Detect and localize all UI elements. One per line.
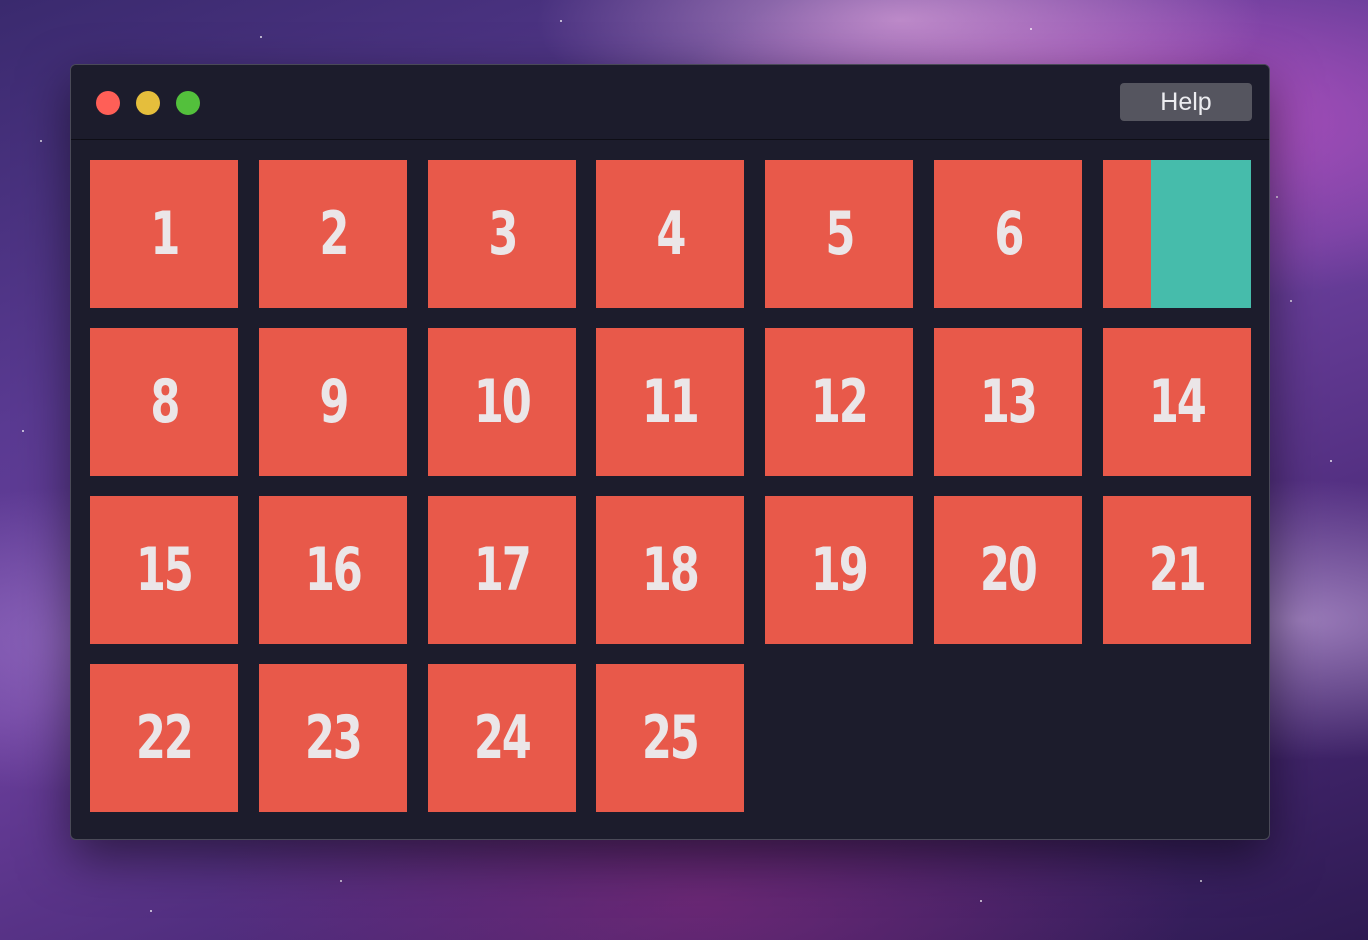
tile-number: 21 — [1149, 535, 1207, 605]
tile-number: 18 — [642, 535, 700, 605]
tile-number: 5 — [825, 199, 855, 269]
tile-number: 10 — [474, 367, 532, 437]
tile-number: 11 — [642, 367, 700, 437]
star — [150, 910, 152, 912]
tile-number: 16 — [305, 535, 363, 605]
star — [980, 900, 982, 902]
star — [560, 20, 562, 22]
tile-highlighted[interactable] — [1103, 160, 1251, 308]
tile-6[interactable]: 6 — [934, 160, 1082, 308]
help-button[interactable]: Help — [1120, 83, 1252, 121]
number-grid: 1 2 3 4 5 6 8 9 10 11 12 13 14 15 16 17 18 19 20 21 22 23 24 25 — [90, 160, 1251, 813]
tile-8[interactable]: 8 — [90, 328, 238, 476]
star — [1330, 460, 1332, 462]
tile-number: 6 — [994, 199, 1024, 269]
tile-number: 14 — [1149, 367, 1207, 437]
title-bar: Help — [71, 65, 1269, 140]
tile-5[interactable]: 5 — [765, 160, 913, 308]
tile-16[interactable]: 16 — [259, 496, 407, 644]
tile-17[interactable]: 17 — [428, 496, 576, 644]
tile-9[interactable]: 9 — [259, 328, 407, 476]
tile-12[interactable]: 12 — [765, 328, 913, 476]
tile-number: 4 — [656, 199, 686, 269]
tile-20[interactable]: 20 — [934, 496, 1082, 644]
app-window: Help 1 2 3 4 5 6 8 9 10 11 12 13 14 15 16 17 18 19 20 21 22 2… — [70, 64, 1270, 840]
tile-21[interactable]: 21 — [1103, 496, 1251, 644]
tile-24[interactable]: 24 — [428, 664, 576, 812]
star — [1276, 196, 1278, 198]
tile-number: 25 — [642, 703, 700, 773]
tile-18[interactable]: 18 — [596, 496, 744, 644]
tile-number: 23 — [305, 703, 363, 773]
tile-number: 17 — [474, 535, 532, 605]
tile-22[interactable]: 22 — [90, 664, 238, 812]
tile-number: 13 — [980, 367, 1038, 437]
minimize-window-button[interactable] — [136, 91, 160, 115]
tile-1[interactable]: 1 — [90, 160, 238, 308]
tile-25[interactable]: 25 — [596, 664, 744, 812]
tile-4[interactable]: 4 — [596, 160, 744, 308]
tile-number: 8 — [150, 367, 180, 437]
tile-2[interactable]: 2 — [259, 160, 407, 308]
tile-13[interactable]: 13 — [934, 328, 1082, 476]
star — [22, 430, 24, 432]
tile-15[interactable]: 15 — [90, 496, 238, 644]
star — [260, 36, 262, 38]
star — [1290, 300, 1292, 302]
tile-14[interactable]: 14 — [1103, 328, 1251, 476]
tile-11[interactable]: 11 — [596, 328, 744, 476]
tile-3[interactable]: 3 — [428, 160, 576, 308]
star — [340, 880, 342, 882]
tile-number: 19 — [811, 535, 869, 605]
tile-19[interactable]: 19 — [765, 496, 913, 644]
close-window-button[interactable] — [96, 91, 120, 115]
star — [1030, 28, 1032, 30]
tile-number: 12 — [811, 367, 869, 437]
highlight-overlay — [1151, 160, 1251, 308]
tile-number: 22 — [136, 703, 194, 773]
star — [40, 140, 42, 142]
tile-number: 24 — [474, 703, 532, 773]
star — [1200, 880, 1202, 882]
tile-number: 3 — [488, 199, 518, 269]
tile-number: 9 — [319, 367, 349, 437]
zoom-window-button[interactable] — [176, 91, 200, 115]
tile-number: 1 — [150, 199, 180, 269]
tile-23[interactable]: 23 — [259, 664, 407, 812]
tile-number: 2 — [319, 199, 349, 269]
tile-number: 20 — [980, 535, 1038, 605]
tile-number: 15 — [136, 535, 194, 605]
tile-10[interactable]: 10 — [428, 328, 576, 476]
